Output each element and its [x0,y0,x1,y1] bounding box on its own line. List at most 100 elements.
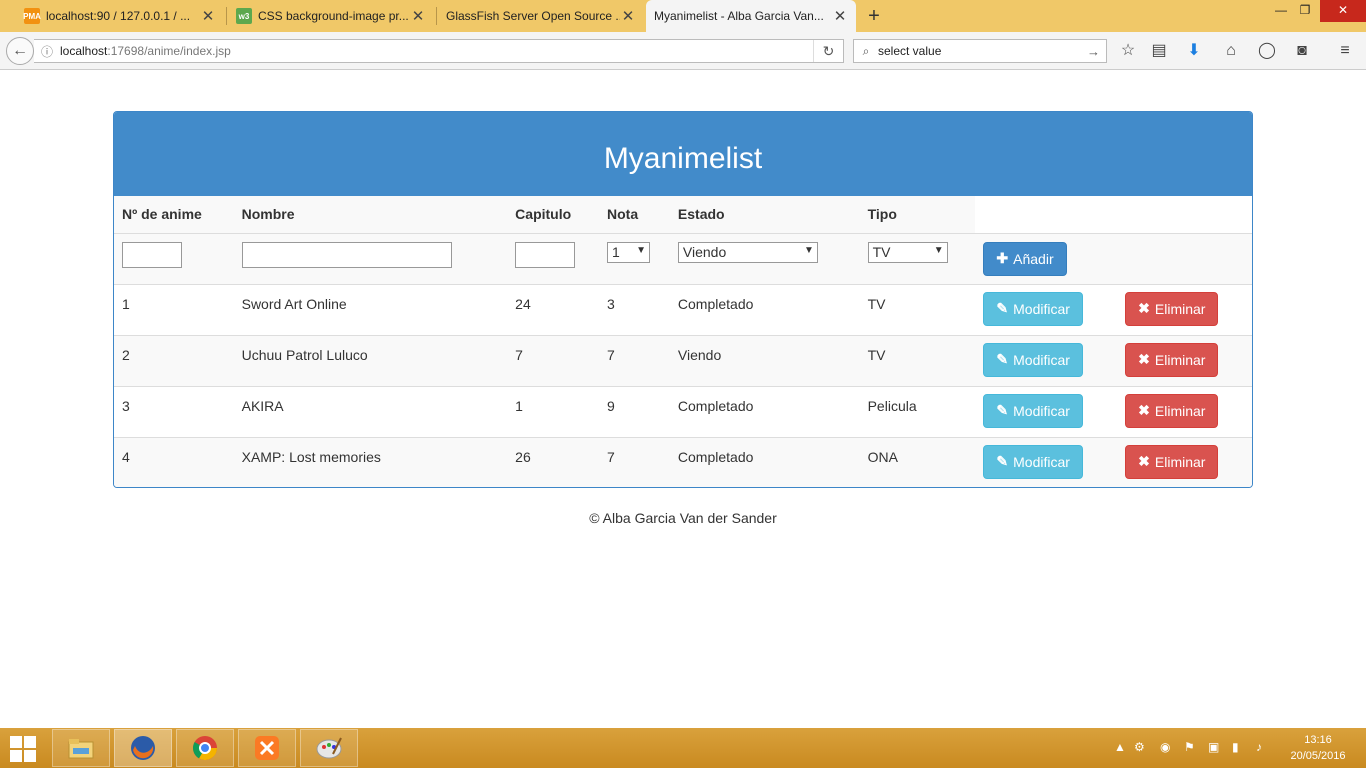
modify-label: Modificar [1013,453,1070,470]
column-header-capitulo: Capitulo [507,196,600,234]
column-header-nota: Nota [599,196,670,234]
x-icon: ✖ [1138,402,1150,418]
tab-label: localhost:90 / 127.0.0.1 / ... [46,9,191,23]
cell-id: 2 [114,334,234,386]
cell-actions: ✎ Modificar [975,385,1118,437]
close-tab-icon[interactable]: ✕ [620,7,636,25]
url-bar[interactable]: ⓘ localhost:17698/anime/index.jsp ↻ [34,39,844,63]
nombre-input[interactable] [241,241,452,268]
capitulo-input[interactable] [515,241,576,268]
table-row: 3 AKIRA 1 9 Completado Pelicula ✎ Modific… [114,385,1252,437]
x-icon: ✖ [1138,453,1150,469]
modify-button[interactable]: ✎ Modificar [983,444,1083,479]
paint-icon[interactable] [300,729,358,767]
menu-hamburger-icon[interactable]: ≡ [1334,41,1356,63]
delete-button[interactable]: ✖ Eliminar [1125,393,1219,428]
pencil-icon: ✎ [996,300,1009,316]
delete-button[interactable]: ✖ Eliminar [1125,342,1219,377]
chrome-icon[interactable] [176,729,234,767]
tab-separator [226,7,227,25]
cell-nota: 7 [599,436,670,487]
form-cell: ✚ Añadir [975,232,1118,284]
search-go-arrow-icon[interactable]: → [1087,44,1100,59]
volume-muted-icon[interactable]: ♪ [1256,740,1262,754]
tray-chevron-up-icon[interactable]: ▲ [1114,740,1126,754]
tray-app-icon[interactable]: ▣ [1208,740,1219,754]
clock-date: 20/05/2016 [1290,750,1346,762]
chevron-down-icon: ▼ [804,244,814,256]
pencil-icon: ✎ [996,402,1009,418]
bookmark-star-icon[interactable]: ☆ [1117,41,1139,63]
add-button[interactable]: ✚ Añadir [983,241,1067,276]
browser-nav-bar: ← ⓘ localhost:17698/anime/index.jsp ↻ ⌕ … [0,32,1366,70]
firefox-icon[interactable] [114,729,172,767]
cell-id: 3 [114,385,234,437]
column-header-blank [1117,196,1252,234]
cell-tipo: TV [859,283,976,335]
modify-button[interactable]: ✎ Modificar [983,342,1083,377]
reload-icon[interactable]: ↻ [813,40,843,62]
taskbar-clock[interactable]: 13:16 20/05/2016 [1286,732,1350,764]
cell-nombre: AKIRA [233,385,508,437]
back-arrow-icon[interactable]: ← [6,37,34,65]
delete-button[interactable]: ✖ Eliminar [1125,444,1219,479]
search-input[interactable]: ⌕ select value → [853,39,1107,63]
form-cell [233,232,508,284]
modify-label: Modificar [1013,402,1070,419]
tray-network-tool-icon[interactable]: ⚙ [1134,740,1145,754]
close-tab-icon[interactable]: ✕ [410,7,426,25]
delete-button[interactable]: ✖ Eliminar [1125,291,1219,326]
cell-estado: Completado [669,385,860,437]
browser-tab-phpmyadmin[interactable]: PMA localhost:90 / 127.0.0.1 / ... ✕ [16,0,224,32]
w3schools-icon: w3 [236,8,252,24]
wifi-signal-icon[interactable]: ▮ [1232,740,1239,754]
xampp-icon[interactable] [238,729,296,767]
nota-select[interactable]: 1 ▼ [607,241,651,263]
reading-list-icon[interactable]: ▤ [1148,41,1170,63]
browser-tab-bar: PMA localhost:90 / 127.0.0.1 / ... ✕ w3 … [0,0,1366,32]
cell-actions: ✖ Eliminar [1117,436,1252,487]
browser-tab-myanimelist[interactable]: Myanimelist - Alba Garcia Van... ✕ [646,0,856,32]
cell-actions: ✖ Eliminar [1117,334,1252,386]
browser-tab-css[interactable]: w3 CSS background-image pr... ✕ [228,0,434,32]
close-window-icon[interactable]: ✕ [1320,0,1366,22]
estado-select[interactable]: Viendo ▼ [677,241,818,263]
delete-label: Eliminar [1154,351,1206,368]
column-header-tipo: Tipo [859,196,976,234]
download-icon[interactable]: ⬇ [1183,41,1205,63]
pocket-icon[interactable]: ◙ [1291,41,1313,63]
table-row: 1 Sword Art Online 24 3 Completado TV ✎ M… [114,283,1252,335]
restore-icon[interactable]: ❐ [1290,0,1320,22]
browser-tab-glassfish[interactable]: GlassFish Server Open Source ... ✕ [438,0,644,32]
plus-icon: ✚ [996,250,1009,266]
cell-actions: ✖ Eliminar [1117,385,1252,437]
table-row: 2 Uchuu Patrol Luluco 7 7 Viendo TV ✎ Mod… [114,334,1252,386]
table-header-row: Nº de anime Nombre Capitulo Nota Estado … [114,196,1252,234]
tray-avast-icon[interactable]: ◉ [1160,740,1170,754]
id-input[interactable] [122,241,182,268]
new-tab-button[interactable]: + [864,4,884,28]
cell-estado: Viendo [669,334,860,386]
chat-bubble-icon[interactable]: ◯ [1256,41,1278,63]
modify-button[interactable]: ✎ Modificar [983,393,1083,428]
file-explorer-icon[interactable] [52,729,110,767]
add-anime-form-row: 1 ▼ Viendo ▼ TV ▼ ✚ Añadir [114,232,1252,284]
cell-nombre: Uchuu Patrol Luluco [233,334,508,386]
close-tab-icon[interactable]: ✕ [832,7,848,25]
x-icon: ✖ [1138,300,1150,316]
cell-tipo: TV [859,334,976,386]
info-icon[interactable]: ⓘ [34,43,60,60]
windows-start-icon[interactable] [8,734,40,762]
form-cell [114,232,234,284]
anime-table: Nº de anime Nombre Capitulo Nota Estado … [114,196,1252,487]
tipo-select[interactable]: TV ▼ [867,241,948,263]
modify-button[interactable]: ✎ Modificar [983,291,1083,326]
close-tab-icon[interactable]: ✕ [200,7,216,25]
cell-tipo: Pelicula [859,385,976,437]
column-header-nombre: Nombre [233,196,508,234]
form-cell: 1 ▼ [599,232,670,284]
search-value: select value [878,44,942,58]
home-icon[interactable]: ⌂ [1220,41,1242,63]
tray-flag-icon[interactable]: ⚑ [1184,740,1195,754]
form-cell [1117,232,1252,284]
